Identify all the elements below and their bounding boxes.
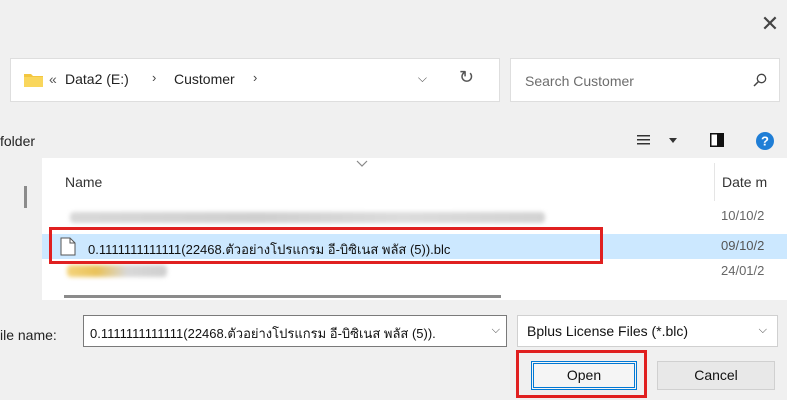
column-header-date[interactable]: Date m	[722, 174, 767, 190]
filename-value[interactable]: 0.1111111111111(22468.ตัวอย่างโปรแกรม อี…	[90, 323, 485, 344]
refresh-icon[interactable]: ↻	[459, 67, 474, 88]
highlight-box-open	[516, 350, 647, 398]
search-icon[interactable]	[753, 73, 767, 87]
open-file-dialog: ✕ « Data2 (E:) › Customer › ⌵ ↻ folder	[0, 0, 787, 400]
file-row[interactable]: 10/10/2	[42, 204, 787, 229]
filename-label: ile name:	[0, 327, 57, 343]
breadcrumb-customer[interactable]: Customer	[174, 71, 235, 87]
column-header-name[interactable]: Name	[65, 174, 102, 190]
file-date: 10/10/2	[721, 208, 765, 223]
close-icon[interactable]: ✕	[759, 14, 781, 36]
address-bar[interactable]: « Data2 (E:) › Customer › ⌵ ↻	[10, 58, 500, 102]
filename-field[interactable]: 0.1111111111111(22468.ตัวอย่างโปรแกรม อี…	[83, 315, 507, 347]
search-input[interactable]	[523, 69, 737, 93]
new-folder-button[interactable]: folder	[0, 133, 35, 149]
file-date: 09/10/2	[721, 238, 765, 253]
navigation-pane	[0, 158, 42, 300]
preview-pane-icon[interactable]	[710, 133, 724, 147]
blurred-file-name	[70, 212, 545, 223]
breadcrumb-drive[interactable]: Data2 (E:)	[65, 71, 129, 87]
breadcrumb-separator[interactable]: ›	[152, 70, 156, 85]
filetype-value[interactable]: Bplus License Files (*.blc)	[527, 323, 688, 339]
chevron-down-icon[interactable]: ⌵	[418, 71, 427, 86]
nav-scrollbar[interactable]	[24, 186, 27, 208]
sort-chevron-icon	[356, 160, 368, 167]
chevron-down-icon[interactable]: ⌵	[492, 324, 500, 337]
breadcrumb-separator[interactable]: ›	[253, 70, 257, 85]
folder-icon	[24, 74, 43, 87]
svg-text:?: ?	[761, 134, 769, 149]
highlight-box-file	[49, 227, 603, 264]
file-date: 24/01/2	[721, 263, 765, 278]
help-icon[interactable]: ?	[756, 132, 774, 150]
column-divider[interactable]	[714, 163, 715, 201]
horizontal-scrollbar[interactable]	[64, 295, 501, 298]
blurred-folder-name	[67, 265, 167, 277]
breadcrumb-overflow[interactable]: «	[49, 71, 57, 87]
search-box[interactable]	[510, 58, 780, 102]
chevron-down-icon[interactable]: ⌵	[759, 324, 767, 337]
cancel-button[interactable]: Cancel	[657, 361, 775, 390]
filetype-select[interactable]: Bplus License Files (*.blc) ⌵	[517, 315, 778, 347]
view-options-icon[interactable]	[637, 130, 683, 152]
